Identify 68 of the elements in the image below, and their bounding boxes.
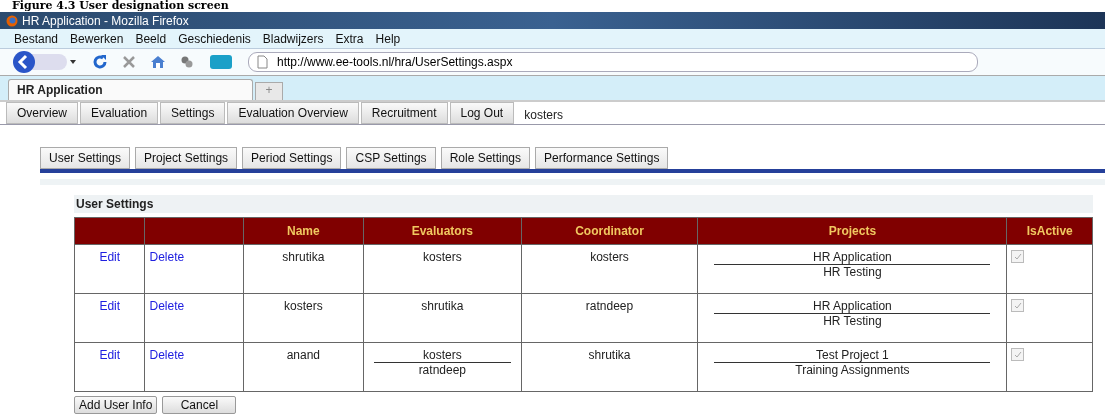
column-header: Coordinator bbox=[521, 217, 698, 245]
window-title: HR Application - Mozilla Firefox bbox=[22, 13, 189, 28]
browser-logo-icon bbox=[6, 14, 18, 27]
checkbox[interactable] bbox=[1011, 348, 1025, 361]
delete-link[interactable]: Delete bbox=[149, 348, 185, 362]
column-header: Evaluators bbox=[363, 217, 522, 245]
form-button[interactable]: Add User Info bbox=[74, 396, 158, 414]
table-cell: kosters bbox=[243, 293, 364, 343]
edit-link[interactable]: Edit bbox=[99, 348, 121, 362]
table-cell: Test Project 1 bbox=[714, 348, 991, 363]
delete-link[interactable]: Delete bbox=[149, 299, 185, 313]
settings-tab[interactable]: Project Settings bbox=[135, 147, 238, 169]
checkbox[interactable] bbox=[1011, 250, 1025, 263]
table-cell-text: ratndeep bbox=[417, 363, 467, 377]
table-cell-text: HR Testing bbox=[822, 314, 883, 328]
table-cell: shrutika bbox=[521, 342, 698, 392]
table-cell: ratndeep bbox=[521, 293, 698, 343]
menu-item[interactable]: Bladwijzers bbox=[262, 31, 324, 46]
checkmark-icon bbox=[1012, 251, 1024, 262]
edit-link[interactable]: Edit bbox=[99, 250, 121, 264]
table-cell-text: kosters bbox=[421, 250, 463, 264]
checkmark-icon bbox=[1012, 300, 1024, 311]
settings-tab[interactable]: CSP Settings bbox=[346, 147, 436, 169]
delete-link[interactable]: Delete bbox=[149, 250, 185, 264]
section-title: User Settings bbox=[74, 195, 1093, 213]
settings-tab[interactable]: Period Settings bbox=[242, 147, 342, 169]
page-icon bbox=[257, 55, 268, 69]
table-cell: HR Application bbox=[714, 299, 991, 314]
menu-item[interactable]: Bewerken bbox=[70, 31, 124, 46]
gear-icon[interactable] bbox=[180, 55, 194, 69]
checkbox[interactable] bbox=[1011, 299, 1025, 312]
tab-group-icon[interactable] bbox=[208, 53, 234, 71]
settings-tab[interactable]: Role Settings bbox=[440, 147, 530, 169]
menu-item[interactable]: Geschiedenis bbox=[178, 31, 251, 46]
table-cell: HR Application bbox=[714, 250, 991, 265]
address-field[interactable]: http://www.ee-tools.nl/hra/UserSettings.aspx bbox=[248, 52, 978, 72]
menu-item[interactable]: Beeld bbox=[135, 31, 167, 46]
table-cell: kosters bbox=[373, 348, 511, 363]
reload-icon[interactable] bbox=[92, 54, 108, 70]
column-header: IsActive bbox=[1006, 217, 1093, 245]
nav-button[interactable]: Recruitment bbox=[360, 102, 448, 124]
table-cell: kosters bbox=[521, 244, 698, 294]
menu-item[interactable]: Bestand bbox=[14, 31, 59, 46]
table-cell: shrutika bbox=[243, 244, 364, 294]
home-icon[interactable] bbox=[150, 55, 166, 69]
nav-button[interactable]: Log Out bbox=[449, 102, 515, 124]
edit-link[interactable]: Edit bbox=[99, 299, 121, 313]
nav-button[interactable]: Settings bbox=[160, 102, 226, 124]
table-cell-text: shrutika bbox=[420, 299, 465, 313]
table-cell-text: Training Assignments bbox=[794, 363, 911, 377]
settings-tab[interactable]: User Settings bbox=[40, 147, 131, 169]
checkmark-icon bbox=[1012, 349, 1024, 360]
column-header: Projects bbox=[697, 217, 1007, 245]
menu-item[interactable]: Help bbox=[375, 31, 401, 46]
nav-button[interactable]: Evaluation Overview bbox=[227, 102, 359, 124]
browser-tab[interactable]: HR Application bbox=[8, 79, 253, 100]
figure-caption: Figure 4.3 User designation screen bbox=[11, 0, 230, 12]
form-button[interactable]: Cancel bbox=[162, 396, 237, 414]
table-cell: anand bbox=[243, 342, 364, 392]
nav-button[interactable]: Evaluation bbox=[80, 102, 159, 124]
column-header: Name bbox=[243, 217, 364, 245]
username: kosters bbox=[523, 108, 563, 124]
nav-button[interactable]: Overview bbox=[6, 102, 78, 124]
back-forward-icon[interactable] bbox=[12, 50, 78, 74]
settings-tab[interactable]: Performance Settings bbox=[535, 147, 669, 169]
table-cell-text: HR Testing bbox=[822, 265, 883, 279]
menu-item[interactable]: Extra bbox=[335, 31, 364, 46]
stop-icon[interactable] bbox=[122, 55, 136, 69]
